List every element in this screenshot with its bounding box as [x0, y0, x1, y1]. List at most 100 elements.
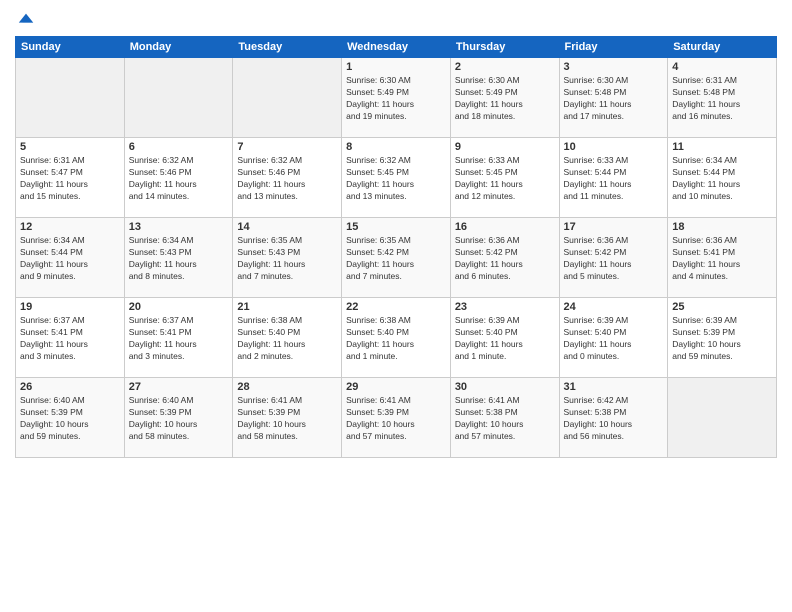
calendar-week-row: 19 Sunrise: 6:37 AM Sunset: 5:41 PM Dayli… — [16, 298, 777, 378]
day-info: Sunrise: 6:41 AM Sunset: 5:39 PM Dayligh… — [346, 395, 446, 443]
calendar-week-row: 5 Sunrise: 6:31 AM Sunset: 5:47 PM Daylig… — [16, 138, 777, 218]
calendar-week-row: 12 Sunrise: 6:34 AM Sunset: 5:44 PM Dayli… — [16, 218, 777, 298]
day-info: Sunrise: 6:39 AM Sunset: 5:40 PM Dayligh… — [455, 315, 555, 363]
day-info: Sunrise: 6:32 AM Sunset: 5:46 PM Dayligh… — [129, 155, 229, 203]
calendar-cell: 21 Sunrise: 6:38 AM Sunset: 5:40 PM Dayli… — [233, 298, 342, 378]
calendar-cell: 1Sunrise: 6:30 AM Sunset: 5:49 PM Daylig… — [342, 58, 451, 138]
day-number: 7 — [237, 141, 337, 153]
day-info: Sunrise: 6:34 AM Sunset: 5:44 PM Dayligh… — [20, 235, 120, 283]
day-info: Sunrise: 6:37 AM Sunset: 5:41 PM Dayligh… — [129, 315, 229, 363]
day-number: 28 — [237, 381, 337, 393]
day-info: Sunrise: 6:36 AM Sunset: 5:41 PM Dayligh… — [672, 235, 772, 283]
calendar-cell: 15 Sunrise: 6:35 AM Sunset: 5:42 PM Dayli… — [342, 218, 451, 298]
calendar-cell: 22 Sunrise: 6:38 AM Sunset: 5:40 PM Dayli… — [342, 298, 451, 378]
day-info: Sunrise: 6:39 AM Sunset: 5:40 PM Dayligh… — [564, 315, 664, 363]
day-number: 5 — [20, 141, 120, 153]
day-number: 17 — [564, 221, 664, 233]
day-number: 9 — [455, 141, 555, 153]
calendar-body: 1Sunrise: 6:30 AM Sunset: 5:49 PM Daylig… — [16, 58, 777, 458]
calendar-cell: 30Sunrise: 6:41 AM Sunset: 5:38 PM Dayli… — [450, 378, 559, 458]
day-info: Sunrise: 6:35 AM Sunset: 5:42 PM Dayligh… — [346, 235, 446, 283]
logo-text — [15, 10, 35, 28]
calendar-cell: 19 Sunrise: 6:37 AM Sunset: 5:41 PM Dayli… — [16, 298, 125, 378]
calendar-cell: 4 Sunrise: 6:31 AM Sunset: 5:48 PM Daylig… — [668, 58, 777, 138]
day-number: 27 — [129, 381, 229, 393]
header — [15, 10, 777, 28]
weekday-header: Wednesday — [342, 37, 451, 58]
day-info: Sunrise: 6:31 AM Sunset: 5:47 PM Dayligh… — [20, 155, 120, 203]
calendar-week-row: 26 Sunrise: 6:40 AM Sunset: 5:39 PM Dayli… — [16, 378, 777, 458]
calendar: SundayMondayTuesdayWednesdayThursdayFrid… — [15, 36, 777, 458]
day-number: 25 — [672, 301, 772, 313]
day-info: Sunrise: 6:33 AM Sunset: 5:44 PM Dayligh… — [564, 155, 664, 203]
day-info: Sunrise: 6:34 AM Sunset: 5:44 PM Dayligh… — [672, 155, 772, 203]
calendar-cell — [668, 378, 777, 458]
day-number: 23 — [455, 301, 555, 313]
day-number: 10 — [564, 141, 664, 153]
day-info: Sunrise: 6:32 AM Sunset: 5:46 PM Dayligh… — [237, 155, 337, 203]
day-number: 22 — [346, 301, 446, 313]
day-number: 19 — [20, 301, 120, 313]
logo-icon — [17, 10, 35, 28]
day-info: Sunrise: 6:38 AM Sunset: 5:40 PM Dayligh… — [237, 315, 337, 363]
calendar-cell: 17Sunrise: 6:36 AM Sunset: 5:42 PM Dayli… — [559, 218, 668, 298]
calendar-cell: 13 Sunrise: 6:34 AM Sunset: 5:43 PM Dayli… — [124, 218, 233, 298]
logo — [15, 10, 35, 28]
calendar-cell: 16 Sunrise: 6:36 AM Sunset: 5:42 PM Dayli… — [450, 218, 559, 298]
calendar-cell: 31 Sunrise: 6:42 AM Sunset: 5:38 PM Dayli… — [559, 378, 668, 458]
day-info: Sunrise: 6:30 AM Sunset: 5:48 PM Dayligh… — [564, 75, 664, 123]
day-number: 1 — [346, 61, 446, 73]
page: SundayMondayTuesdayWednesdayThursdayFrid… — [0, 0, 792, 612]
day-info: Sunrise: 6:40 AM Sunset: 5:39 PM Dayligh… — [20, 395, 120, 443]
day-number: 31 — [564, 381, 664, 393]
day-info: Sunrise: 6:42 AM Sunset: 5:38 PM Dayligh… — [564, 395, 664, 443]
day-info: Sunrise: 6:34 AM Sunset: 5:43 PM Dayligh… — [129, 235, 229, 283]
day-number: 14 — [237, 221, 337, 233]
day-info: Sunrise: 6:35 AM Sunset: 5:43 PM Dayligh… — [237, 235, 337, 283]
calendar-cell: 6Sunrise: 6:32 AM Sunset: 5:46 PM Daylig… — [124, 138, 233, 218]
day-number: 15 — [346, 221, 446, 233]
weekday-header: Sunday — [16, 37, 125, 58]
calendar-cell — [124, 58, 233, 138]
day-number: 12 — [20, 221, 120, 233]
calendar-cell: 28 Sunrise: 6:41 AM Sunset: 5:39 PM Dayli… — [233, 378, 342, 458]
calendar-cell: 24 Sunrise: 6:39 AM Sunset: 5:40 PM Dayli… — [559, 298, 668, 378]
weekday-header: Friday — [559, 37, 668, 58]
day-number: 2 — [455, 61, 555, 73]
day-number: 16 — [455, 221, 555, 233]
weekday-row: SundayMondayTuesdayWednesdayThursdayFrid… — [16, 37, 777, 58]
day-number: 13 — [129, 221, 229, 233]
weekday-header: Tuesday — [233, 37, 342, 58]
calendar-cell: 2Sunrise: 6:30 AM Sunset: 5:49 PM Daylig… — [450, 58, 559, 138]
day-info: Sunrise: 6:36 AM Sunset: 5:42 PM Dayligh… — [455, 235, 555, 283]
calendar-cell: 10 Sunrise: 6:33 AM Sunset: 5:44 PM Dayli… — [559, 138, 668, 218]
calendar-cell — [16, 58, 125, 138]
calendar-header: SundayMondayTuesdayWednesdayThursdayFrid… — [16, 37, 777, 58]
calendar-cell: 25Sunrise: 6:39 AM Sunset: 5:39 PM Dayli… — [668, 298, 777, 378]
day-info: Sunrise: 6:41 AM Sunset: 5:39 PM Dayligh… — [237, 395, 337, 443]
weekday-header: Saturday — [668, 37, 777, 58]
day-number: 4 — [672, 61, 772, 73]
day-info: Sunrise: 6:37 AM Sunset: 5:41 PM Dayligh… — [20, 315, 120, 363]
day-number: 20 — [129, 301, 229, 313]
day-info: Sunrise: 6:31 AM Sunset: 5:48 PM Dayligh… — [672, 75, 772, 123]
calendar-cell: 18 Sunrise: 6:36 AM Sunset: 5:41 PM Dayli… — [668, 218, 777, 298]
day-number: 18 — [672, 221, 772, 233]
day-number: 21 — [237, 301, 337, 313]
day-info: Sunrise: 6:38 AM Sunset: 5:40 PM Dayligh… — [346, 315, 446, 363]
day-number: 8 — [346, 141, 446, 153]
calendar-week-row: 1Sunrise: 6:30 AM Sunset: 5:49 PM Daylig… — [16, 58, 777, 138]
day-number: 3 — [564, 61, 664, 73]
day-number: 11 — [672, 141, 772, 153]
calendar-cell: 12 Sunrise: 6:34 AM Sunset: 5:44 PM Dayli… — [16, 218, 125, 298]
calendar-cell — [233, 58, 342, 138]
day-info: Sunrise: 6:41 AM Sunset: 5:38 PM Dayligh… — [455, 395, 555, 443]
calendar-cell: 9Sunrise: 6:33 AM Sunset: 5:45 PM Daylig… — [450, 138, 559, 218]
calendar-cell: 26 Sunrise: 6:40 AM Sunset: 5:39 PM Dayli… — [16, 378, 125, 458]
calendar-cell: 20 Sunrise: 6:37 AM Sunset: 5:41 PM Dayli… — [124, 298, 233, 378]
day-number: 26 — [20, 381, 120, 393]
weekday-header: Thursday — [450, 37, 559, 58]
calendar-cell: 29Sunrise: 6:41 AM Sunset: 5:39 PM Dayli… — [342, 378, 451, 458]
day-number: 24 — [564, 301, 664, 313]
day-info: Sunrise: 6:40 AM Sunset: 5:39 PM Dayligh… — [129, 395, 229, 443]
